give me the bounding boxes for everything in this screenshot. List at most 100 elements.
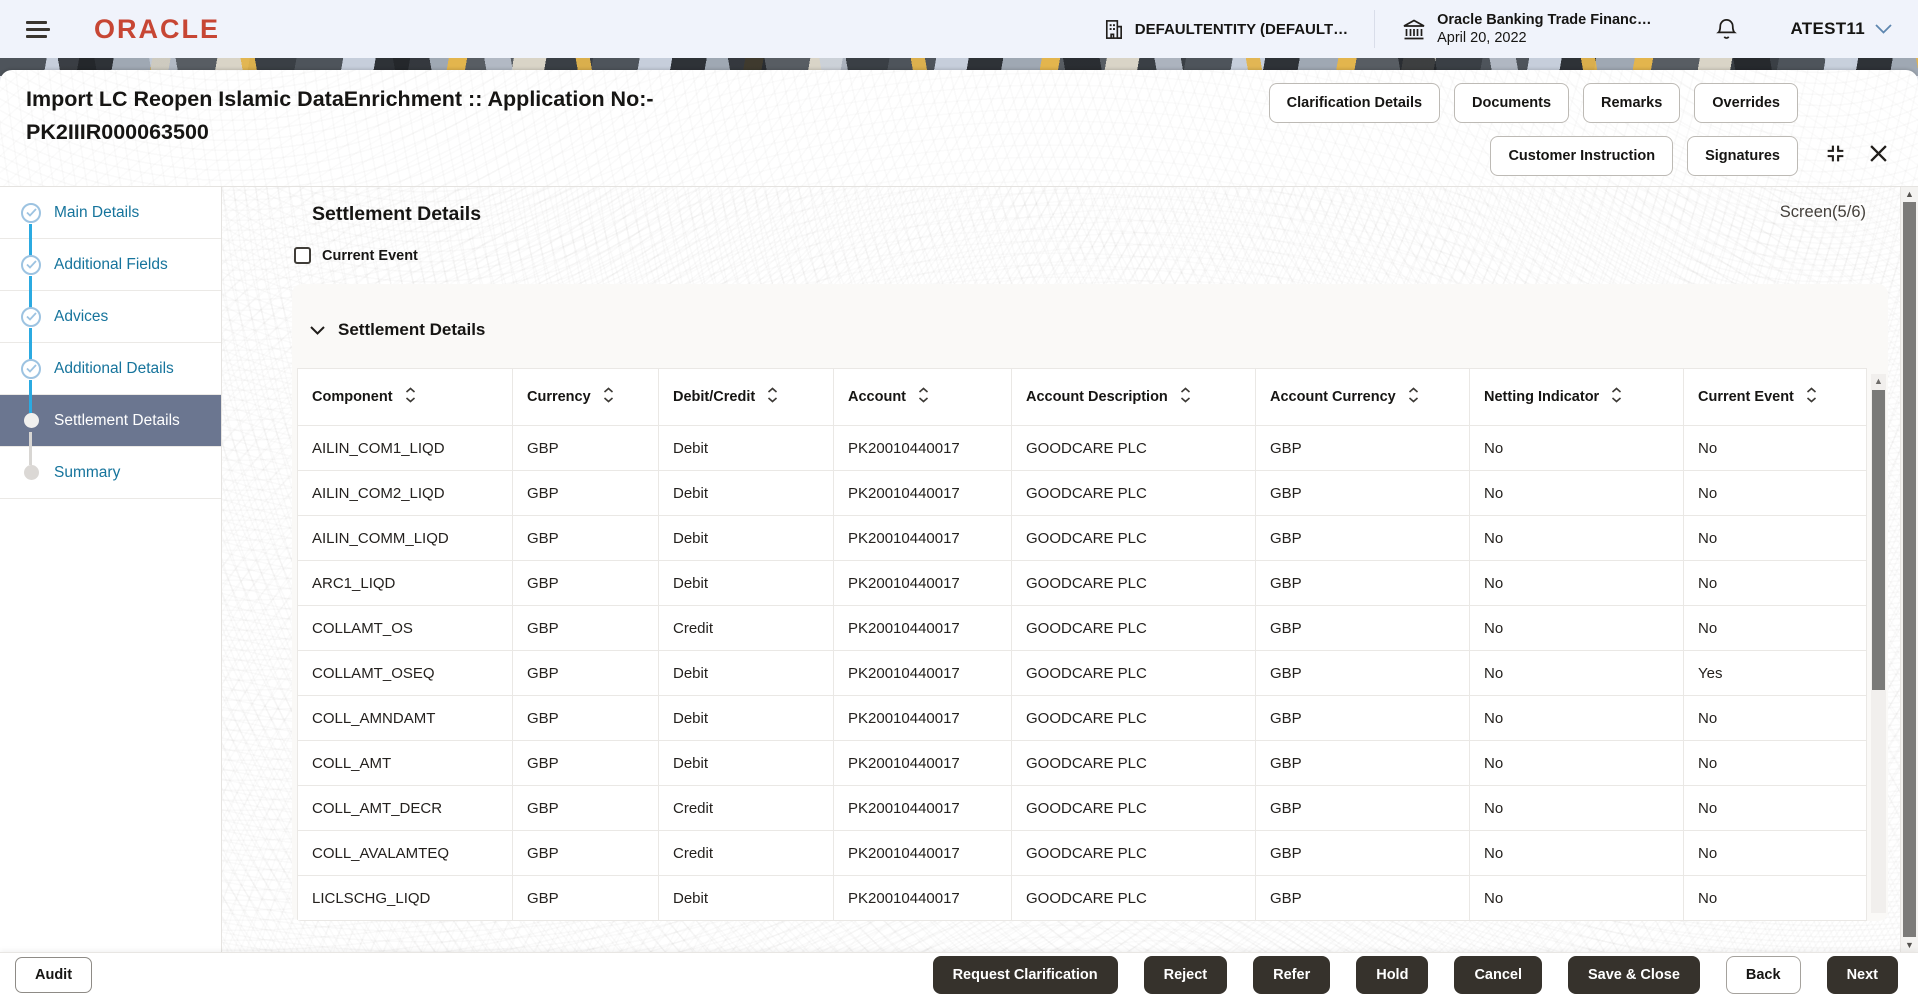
sidebar-item-additional-details[interactable]: Additional Details: [0, 343, 221, 413]
request-clarification-button[interactable]: Request Clarification: [932, 955, 1118, 994]
table-row[interactable]: AILIN_COM2_LIQD GBP Debit PK20010440017 GOOD…: [297, 470, 1867, 516]
bank-icon: [1401, 17, 1427, 41]
table-cell: GBP: [1255, 785, 1470, 831]
sort-icon[interactable]: [603, 387, 614, 407]
scroll-down-arrow[interactable]: ▼: [1901, 938, 1918, 952]
table-row[interactable]: COLL_AMNDAMT GBP Debit PK20010440017 GOODCAR…: [297, 695, 1867, 741]
step-dot-icon: [20, 462, 42, 484]
sort-icon[interactable]: [1611, 387, 1622, 407]
sort-icon[interactable]: [405, 387, 416, 407]
hamburger-menu-icon[interactable]: [26, 20, 50, 38]
table-cell: AILIN_COM2_LIQD: [297, 470, 513, 516]
table-cell: GBP: [1255, 695, 1470, 741]
table-cell: No: [1469, 650, 1684, 696]
reject-button[interactable]: Reject: [1143, 955, 1228, 994]
collapse-icon[interactable]: [1824, 142, 1847, 165]
column-label: Currency: [527, 389, 591, 405]
table-row[interactable]: AILIN_COM1_LIQD GBP Debit PK20010440017 GOOD…: [297, 425, 1867, 471]
table-cell: GBP: [1255, 425, 1470, 471]
entity-selector[interactable]: DEFAULTENTITY (DEFAULT…: [1102, 18, 1348, 41]
content-scrollbar-thumb[interactable]: [1903, 202, 1916, 937]
sort-icon[interactable]: [918, 387, 929, 407]
close-icon[interactable]: [1869, 144, 1888, 163]
table-cell: PK20010440017: [833, 515, 1012, 561]
sort-icon[interactable]: [1180, 387, 1191, 407]
column-header-account-currency[interactable]: Account Currency: [1255, 368, 1470, 426]
remarks-button[interactable]: Remarks: [1583, 83, 1681, 123]
table-cell: No: [1683, 740, 1867, 786]
sort-icon[interactable]: [1408, 387, 1419, 407]
column-header-currency[interactable]: Currency: [512, 368, 659, 426]
column-header-current-event[interactable]: Current Event: [1683, 368, 1867, 426]
column-header-component[interactable]: Component: [297, 368, 513, 426]
table-row[interactable]: ARC1_LIQD GBP Debit PK20010440017 GOODCARE P…: [297, 560, 1867, 606]
table-cell: PK20010440017: [833, 605, 1012, 651]
table-cell: GBP: [1255, 875, 1470, 921]
table-cell: PK20010440017: [833, 425, 1012, 471]
column-label: Account: [848, 389, 906, 405]
table-cell: PK20010440017: [833, 560, 1012, 606]
sidebar-item-summary[interactable]: Summary: [0, 447, 221, 499]
overrides-button[interactable]: Overrides: [1694, 83, 1798, 123]
table-cell: Credit: [658, 830, 834, 876]
column-header-account-description[interactable]: Account Description: [1011, 368, 1256, 426]
current-event-checkbox[interactable]: [294, 247, 311, 264]
step-complete-icon: [20, 202, 42, 224]
task-card: Import LC Reopen Islamic DataEnrichment …: [0, 70, 1918, 996]
table-row[interactable]: COLL_AVALAMTEQ GBP Credit PK20010440017 GOOD…: [297, 830, 1867, 876]
table-cell: Debit: [658, 650, 834, 696]
sort-icon[interactable]: [767, 387, 778, 407]
column-header-netting-indicator[interactable]: Netting Indicator: [1469, 368, 1684, 426]
table-row[interactable]: AILIN_COMM_LIQD GBP Debit PK20010440017 GOOD…: [297, 515, 1867, 561]
table-cell: No: [1683, 515, 1867, 561]
column-header-debit-credit[interactable]: Debit/Credit: [658, 368, 834, 426]
sidebar-item-additional-fields[interactable]: Additional Fields: [0, 239, 221, 309]
table-cell: No: [1683, 605, 1867, 651]
next-button[interactable]: Next: [1826, 955, 1898, 994]
audit-button[interactable]: Audit: [15, 956, 93, 993]
table-cell: No: [1683, 830, 1867, 876]
table-cell: Debit: [658, 875, 834, 921]
table-row[interactable]: COLL_AMT_DECR GBP Credit PK20010440017 GOODC…: [297, 785, 1867, 831]
table-scrollbar[interactable]: ▲: [1871, 374, 1886, 913]
sidebar-item-settlement-details[interactable]: Settlement Details: [0, 395, 221, 465]
table-cell: GBP: [512, 695, 659, 741]
table-row[interactable]: COLLAMT_OSEQ GBP Debit PK20010440017 GOODCAR…: [297, 650, 1867, 696]
signatures-button[interactable]: Signatures: [1687, 136, 1798, 176]
oracle-logo: ORACLE: [94, 13, 220, 44]
table-cell: PK20010440017: [833, 830, 1012, 876]
hold-button[interactable]: Hold: [1356, 955, 1429, 994]
cancel-button[interactable]: Cancel: [1454, 955, 1542, 994]
column-header-account[interactable]: Account: [833, 368, 1012, 426]
table-cell: GBP: [512, 560, 659, 606]
back-button[interactable]: Back: [1725, 955, 1801, 994]
section-header[interactable]: Settlement Details: [292, 284, 1888, 340]
table-cell: No: [1469, 605, 1684, 651]
table-scrollbar-thumb[interactable]: [1872, 390, 1885, 690]
step-connector: [29, 276, 32, 309]
branch-selector[interactable]: Oracle Banking Trade Financ… April 20, 2…: [1401, 11, 1651, 47]
scroll-up-arrow[interactable]: ▲: [1901, 187, 1918, 201]
table-cell: COLLAMT_OS: [297, 605, 513, 651]
table-cell: GBP: [512, 875, 659, 921]
clarification-details-button[interactable]: Clarification Details: [1268, 83, 1441, 123]
sidebar-item-main-details[interactable]: Main Details: [0, 187, 221, 257]
table-cell: No: [1469, 470, 1684, 516]
refer-button[interactable]: Refer: [1253, 955, 1331, 994]
content-scrollbar[interactable]: ▲ ▼: [1900, 187, 1918, 952]
sort-icon[interactable]: [1806, 387, 1817, 407]
table-row[interactable]: COLLAMT_OS GBP Credit PK20010440017 GOODCARE…: [297, 605, 1867, 651]
documents-button[interactable]: Documents: [1454, 83, 1570, 123]
customer-instruction-button[interactable]: Customer Instruction: [1490, 136, 1674, 176]
table-cell: GBP: [1255, 515, 1470, 561]
scroll-up-arrow[interactable]: ▲: [1871, 374, 1886, 388]
save-close-button[interactable]: Save & Close: [1568, 955, 1700, 994]
table-row[interactable]: COLL_AMT GBP Debit PK20010440017 GOODCARE PL…: [297, 740, 1867, 786]
table-row[interactable]: LICLSCHG_LIQD GBP Debit PK20010440017 GOODCA…: [297, 875, 1867, 921]
table-cell: GBP: [512, 605, 659, 651]
notifications-bell-icon[interactable]: [1715, 17, 1738, 42]
sidebar-item-label: Main Details: [54, 203, 140, 221]
sidebar-item-advices[interactable]: Advices: [0, 291, 221, 361]
table-cell: Yes: [1683, 650, 1867, 696]
user-menu[interactable]: ATEST11: [1790, 19, 1892, 39]
